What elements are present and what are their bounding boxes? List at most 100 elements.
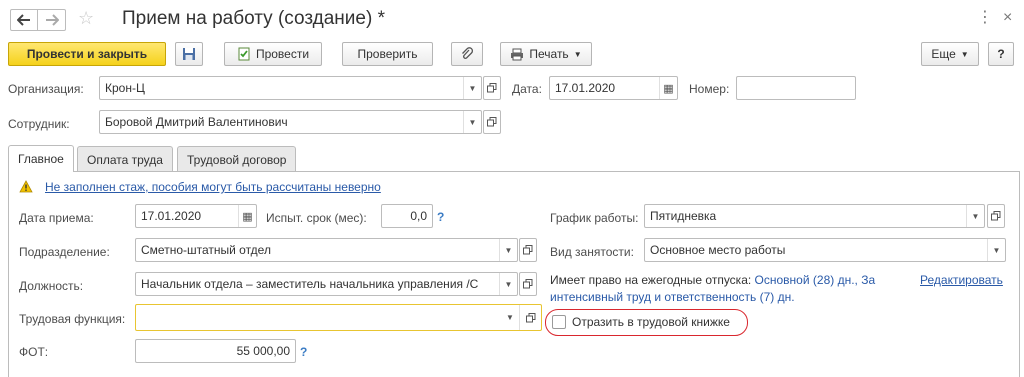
department-field[interactable]: Сметно-штатный отдел ▼ — [135, 238, 518, 262]
chevron-down-icon: ▼ — [960, 49, 969, 59]
warning-icon — [19, 180, 33, 193]
employment-type-value: Основное место работы — [650, 243, 786, 257]
date-value: 17.01.2020 — [555, 81, 616, 95]
employee-field[interactable]: Боровой Дмитрий Валентинович ▼ — [99, 110, 482, 134]
probation-value: 0,0 — [410, 209, 427, 223]
tab-main-label: Главное — [18, 152, 64, 166]
position-field[interactable]: Начальник отдела – заместитель начальник… — [135, 272, 518, 296]
hire-date-value: 17.01.2020 — [141, 209, 202, 223]
fot-help-icon[interactable]: ? — [300, 345, 307, 359]
position-value: Начальник отдела – заместитель начальник… — [141, 277, 479, 291]
vacation-prefix: Имеет право на ежегодные отпуска: — [550, 273, 752, 287]
calendar-icon[interactable]: ▦ — [659, 77, 677, 99]
tab-labor-contract-label: Трудовой договор — [187, 152, 287, 167]
fot-field[interactable]: 55 000,00 — [135, 339, 296, 363]
number-label: Номер: — [689, 82, 730, 96]
back-button[interactable] — [10, 9, 38, 31]
post-button[interactable]: Провести — [224, 42, 322, 66]
print-label: Печать — [529, 47, 569, 61]
probation-label: Испыт. срок (мес): — [266, 211, 367, 225]
open-window-icon — [525, 312, 535, 322]
post-and-close-label: Провести и закрыть — [26, 47, 148, 61]
open-window-icon — [523, 279, 533, 289]
vacation-line1: Основной (28) дн., За — [754, 273, 876, 287]
floppy-disk-icon — [183, 48, 195, 60]
warning-link[interactable]: Не заполнен стаж, пособия могут быть рас… — [45, 180, 381, 194]
labor-function-label: Трудовая функция: — [19, 312, 126, 326]
arrow-left-icon — [17, 14, 30, 26]
organization-label: Организация: — [8, 82, 84, 96]
open-employee-button[interactable] — [483, 110, 501, 134]
schedule-value: Пятидневка — [650, 209, 717, 223]
employment-type-field[interactable]: Основное место работы ▼ — [644, 238, 1006, 262]
vacation-info: Имеет право на ежегодные отпуска: Основн… — [550, 272, 900, 306]
open-department-button[interactable] — [519, 238, 537, 262]
dropdown-arrow-icon[interactable]: ▼ — [463, 111, 481, 133]
favorite-star-icon[interactable]: ☆ — [78, 8, 94, 29]
open-window-icon — [991, 211, 1001, 221]
schedule-label: График работы: — [550, 211, 639, 225]
labor-book-checkbox[interactable] — [552, 315, 566, 329]
employee-value: Боровой Дмитрий Валентинович — [105, 115, 288, 129]
position-label: Должность: — [19, 279, 84, 293]
tab-payment[interactable]: Оплата труда — [77, 146, 173, 172]
more-label: Еще — [931, 47, 956, 61]
post-and-close-button[interactable]: Провести и закрыть — [8, 42, 166, 66]
print-button[interactable]: Печать ▼ — [500, 42, 592, 66]
tab-labor-contract[interactable]: Трудовой договор — [177, 146, 297, 172]
forward-button[interactable] — [38, 9, 66, 31]
calendar-icon[interactable]: ▦ — [238, 205, 256, 227]
close-icon[interactable]: × — [1003, 9, 1012, 27]
open-window-icon — [487, 117, 497, 127]
department-value: Сметно-штатный отдел — [141, 243, 271, 257]
chevron-down-icon: ▼ — [573, 49, 582, 59]
vacation-line2: интенсивный труд и ответственность (7) д… — [550, 290, 795, 304]
window-title: Прием на работу (создание) * — [122, 8, 385, 29]
arrow-right-icon — [45, 14, 59, 26]
fot-label: ФОТ: — [19, 345, 49, 359]
edit-vacation-link[interactable]: Редактировать — [920, 273, 1003, 287]
dropdown-arrow-icon[interactable]: ▼ — [501, 305, 519, 330]
dropdown-arrow-icon[interactable]: ▼ — [463, 77, 481, 99]
dropdown-arrow-icon[interactable]: ▼ — [987, 239, 1005, 261]
hire-date-label: Дата приема: — [19, 211, 94, 225]
date-field[interactable]: 17.01.2020 ▦ — [549, 76, 678, 100]
employee-label: Сотрудник: — [8, 117, 70, 131]
open-position-button[interactable] — [519, 272, 537, 296]
date-label: Дата: — [512, 82, 542, 96]
number-field[interactable] — [736, 76, 856, 100]
post-label: Провести — [255, 47, 310, 61]
paperclip-icon — [462, 47, 474, 59]
dropdown-arrow-icon[interactable]: ▼ — [499, 273, 517, 295]
open-schedule-button[interactable] — [987, 204, 1005, 228]
kebab-menu-icon[interactable]: ⋮ — [977, 10, 993, 26]
help-label: ? — [997, 47, 1005, 61]
labor-function-field[interactable]: ▼ — [135, 304, 542, 331]
open-labor-function-button[interactable] — [519, 305, 541, 330]
check-label: Проверить — [357, 47, 418, 61]
probation-help-icon[interactable]: ? — [437, 210, 444, 224]
attach-button[interactable] — [451, 42, 483, 66]
labor-book-label[interactable]: Отразить в трудовой книжке — [572, 315, 730, 329]
tab-payment-label: Оплата труда — [87, 152, 163, 167]
tab-main[interactable]: Главное — [8, 145, 74, 172]
open-window-icon — [523, 245, 533, 255]
department-label: Подразделение: — [19, 245, 110, 259]
hire-date-field[interactable]: 17.01.2020 ▦ — [135, 204, 257, 228]
dropdown-arrow-icon[interactable]: ▼ — [966, 205, 984, 227]
schedule-field[interactable]: Пятидневка ▼ — [644, 204, 985, 228]
post-document-icon — [238, 47, 250, 61]
organization-value: Крон-Ц — [105, 81, 145, 95]
employment-type-label: Вид занятости: — [550, 245, 634, 259]
help-button[interactable]: ? — [988, 42, 1014, 66]
probation-field[interactable]: 0,0 — [381, 204, 433, 228]
printer-icon — [511, 48, 524, 60]
dropdown-arrow-icon[interactable]: ▼ — [499, 239, 517, 261]
organization-field[interactable]: Крон-Ц ▼ — [99, 76, 482, 100]
fot-value: 55 000,00 — [236, 344, 290, 358]
save-button[interactable] — [175, 42, 203, 66]
open-organization-button[interactable] — [483, 76, 501, 100]
more-button[interactable]: Еще ▼ — [921, 42, 979, 66]
check-button[interactable]: Проверить — [342, 42, 433, 66]
open-window-icon — [487, 83, 497, 93]
